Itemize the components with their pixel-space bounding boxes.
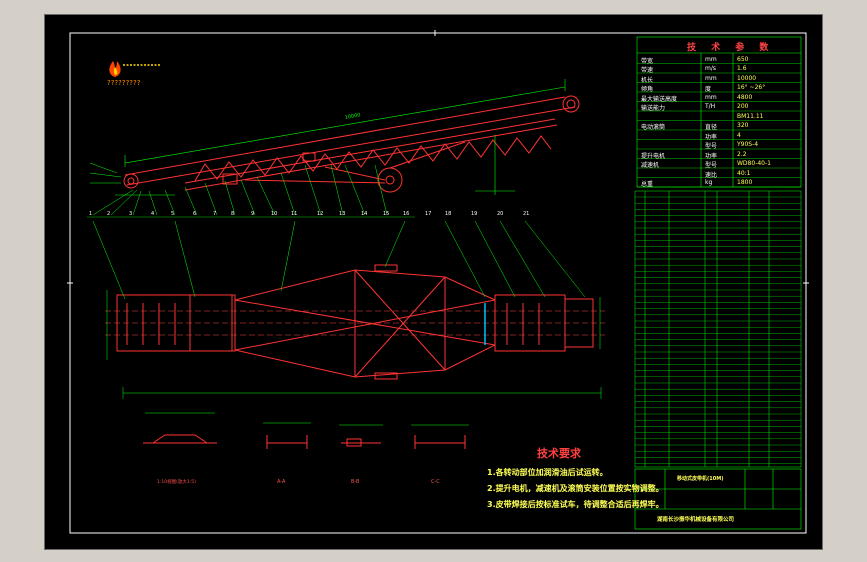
callout-number: 6 [193, 211, 197, 217]
tech-param-value: 40:1 [737, 169, 751, 177]
callout-number: 7 [213, 211, 217, 217]
plan-leaders [92, 220, 586, 300]
tech-param-unit: kg [705, 179, 713, 186]
tech-params-title: 技 术 参 数 [687, 43, 775, 53]
section-label-1: 1:10视图(放大1:5) [157, 480, 196, 485]
callout-number: 15 [383, 211, 390, 217]
tech-param-value: WD80-40-1 [737, 160, 771, 167]
callout-number: 17 [425, 211, 432, 217]
callout-number: 5 [171, 211, 175, 217]
tech-param-value: 1.6 [737, 65, 747, 72]
tech-param-name: 总重 [641, 181, 654, 188]
tech-param-name: 最大输送高度 [641, 95, 678, 103]
flame-logo-icon [109, 61, 161, 77]
callout-number: 12 [317, 211, 324, 217]
tech-param-value: 10000 [737, 74, 757, 82]
tech-param-name: 提升电机 [641, 152, 666, 160]
callout-number: 19 [471, 211, 478, 217]
tech-param-value: 200 [737, 103, 749, 110]
side-dim-length: 10000 [344, 112, 361, 121]
tech-param-value: 4800 [737, 93, 753, 101]
tech-param-unit: 功率 [705, 152, 718, 160]
side-elevation [123, 95, 580, 193]
logo-caption: ????????? [107, 79, 141, 87]
section-label-cc: C-C [431, 479, 440, 485]
drawing-viewport[interactable]: 10000 ????????? 技 术 参 数 带宽 mm 650 带速 m/s… [44, 14, 823, 550]
requirement-2: 2.提升电机，减速机及滚筒安装位置按实物调整。 [487, 484, 664, 493]
callout-number: 14 [361, 211, 368, 217]
tech-param-name: 倾角 [641, 86, 654, 93]
tech-param-name: 电动滚筒 [641, 124, 666, 131]
section-dimensions [145, 412, 469, 426]
callout-number: 16 [403, 211, 410, 217]
requirement-3: 3.皮带焊接后按标准试车，待调整合适后再焊牢。 [487, 500, 664, 509]
parts-table [634, 190, 802, 468]
tech-param-name: 带宽 [641, 57, 654, 65]
tech-param-value: 4 [737, 131, 741, 139]
callout-number: 20 [497, 211, 504, 217]
callout-number: 2 [107, 211, 111, 217]
parts-table-rows [635, 196, 801, 464]
requirements-title: 技术要求 [537, 447, 581, 460]
tech-param-unit: 功率 [705, 133, 718, 141]
tech-param-name: 减速机 [641, 162, 660, 169]
company-name: 湖南长沙振华机械设备有限公司 [657, 517, 735, 523]
plan-dimensions [106, 290, 602, 399]
tech-param-unit: mm [705, 93, 717, 101]
tech-param-value: Y90S-4 [737, 141, 759, 148]
tech-param-name: 输送能力 [641, 105, 666, 112]
callout-number: 18 [445, 211, 452, 217]
tech-param-unit: T/H [705, 103, 716, 110]
requirement-1: 1.各转动部位加润滑油后试运转。 [487, 468, 608, 477]
tech-param-value: 2.2 [737, 150, 747, 158]
callout-number: 11 [291, 211, 298, 217]
tech-param-unit: 速比 [705, 171, 718, 179]
tech-param-unit: 直径 [705, 124, 718, 131]
tech-param-value: BM11.11 [737, 112, 764, 120]
tech-param-value: 650 [737, 55, 749, 63]
tech-param-value: 16° ~26° [737, 84, 766, 91]
tech-param-unit: 度 [705, 86, 712, 93]
tech-param-value: 320 [737, 122, 749, 129]
callout-number: 8 [231, 211, 235, 217]
tech-param-unit: mm [705, 74, 717, 82]
tech-param-unit: m/s [705, 65, 716, 72]
section-views [143, 434, 466, 449]
tech-param-table [636, 36, 802, 188]
section-label-aa: A-A [277, 479, 286, 485]
tech-param-name: 带速 [641, 67, 654, 74]
callout-number: 1 [89, 211, 93, 217]
plan-view [116, 264, 594, 380]
tech-param-value: 1800 [737, 179, 753, 186]
tech-param-unit: mm [705, 55, 717, 63]
callout-number: 3 [129, 211, 133, 217]
tech-param-unit: 型号 [705, 162, 718, 169]
outer-frame [69, 32, 807, 534]
tech-param-unit: 型号 [705, 143, 718, 150]
callout-number: 4 [151, 211, 155, 217]
drawing-name: 移动式皮带机(10M) [677, 476, 724, 482]
callout-number: 21 [523, 211, 530, 217]
tech-param-name: 机长 [641, 76, 654, 84]
callout-number: 9 [251, 211, 255, 217]
callout-number: 10 [271, 211, 278, 217]
callout-number: 13 [339, 211, 346, 217]
section-label-bb: B-B [351, 479, 360, 485]
